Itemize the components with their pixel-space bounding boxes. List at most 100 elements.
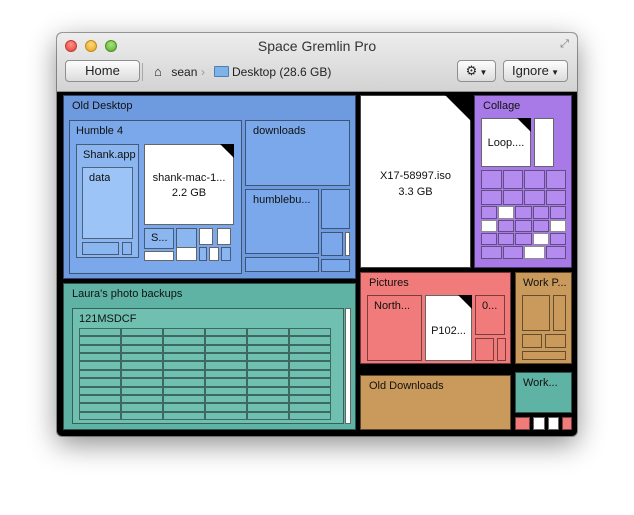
collage-cell[interactable] bbox=[532, 206, 549, 219]
collage-cell[interactable] bbox=[549, 233, 566, 245]
file-p102[interactable]: P102... bbox=[425, 295, 472, 361]
photo-cell[interactable] bbox=[247, 403, 289, 412]
photo-cell[interactable] bbox=[205, 369, 247, 379]
photo-cell[interactable] bbox=[79, 386, 121, 395]
photo-cell[interactable] bbox=[247, 361, 289, 370]
tile-small[interactable] bbox=[245, 257, 319, 272]
photo-cell[interactable] bbox=[205, 353, 247, 362]
tile-collage[interactable]: Collage Loop.... bbox=[474, 95, 572, 268]
tile-small[interactable] bbox=[562, 417, 572, 430]
file-small[interactable] bbox=[345, 308, 351, 424]
photo-cell[interactable] bbox=[121, 353, 163, 362]
file-small[interactable] bbox=[533, 417, 545, 430]
photo-cell[interactable] bbox=[79, 378, 121, 387]
photo-cell[interactable] bbox=[289, 336, 331, 345]
photo-cell[interactable] bbox=[163, 411, 205, 420]
photo-cell[interactable] bbox=[247, 336, 289, 345]
photo-cell[interactable] bbox=[79, 403, 121, 412]
tile-s[interactable]: S... bbox=[144, 228, 174, 249]
collage-cell[interactable] bbox=[545, 246, 566, 259]
photo-cell[interactable] bbox=[205, 386, 247, 395]
tile-north[interactable]: North... bbox=[367, 295, 422, 361]
fullscreen-icon[interactable]: ⤢ bbox=[558, 38, 571, 51]
photo-cell[interactable] bbox=[289, 378, 331, 387]
photo-cell[interactable] bbox=[121, 394, 163, 404]
photo-cell[interactable] bbox=[289, 369, 331, 379]
file-small[interactable] bbox=[144, 251, 174, 261]
photo-cell[interactable] bbox=[247, 386, 289, 395]
tile-small[interactable] bbox=[221, 247, 231, 261]
tile-old-desktop[interactable]: Old Desktop Humble 4 Shank.app data shan… bbox=[63, 95, 356, 279]
photo-cell[interactable] bbox=[163, 353, 205, 362]
photo-cell[interactable] bbox=[163, 403, 205, 412]
collage-cell[interactable] bbox=[549, 206, 566, 219]
collage-cell[interactable] bbox=[481, 170, 502, 189]
tile-downloads[interactable]: downloads bbox=[245, 120, 350, 186]
tile-small[interactable] bbox=[122, 242, 132, 255]
tile-small[interactable] bbox=[515, 417, 530, 430]
photo-cell[interactable] bbox=[121, 378, 163, 387]
photo-cell[interactable] bbox=[247, 411, 289, 420]
collage-cell[interactable] bbox=[524, 170, 545, 189]
photo-cell[interactable] bbox=[247, 344, 289, 354]
tile-data[interactable]: data bbox=[82, 167, 133, 239]
photo-cell[interactable] bbox=[205, 336, 247, 345]
file-small[interactable] bbox=[217, 228, 231, 245]
tile-small[interactable] bbox=[522, 351, 566, 360]
photo-cell[interactable] bbox=[121, 361, 163, 370]
photo-cell[interactable] bbox=[289, 411, 331, 420]
photo-cell[interactable] bbox=[121, 386, 163, 395]
collage-cell[interactable] bbox=[502, 246, 523, 259]
tile-shank-app[interactable]: Shank.app data bbox=[76, 144, 139, 258]
collage-cell[interactable] bbox=[481, 220, 498, 232]
photo-cell[interactable] bbox=[163, 386, 205, 395]
photo-cell[interactable] bbox=[289, 353, 331, 362]
photo-cell[interactable] bbox=[247, 369, 289, 379]
tile-121msdcf[interactable]: 121MSDCF bbox=[72, 308, 344, 424]
collage-cell[interactable] bbox=[498, 233, 515, 245]
collage-cell[interactable] bbox=[481, 190, 502, 205]
photo-cell[interactable] bbox=[247, 378, 289, 387]
collage-cell[interactable] bbox=[545, 170, 566, 189]
photo-cell[interactable] bbox=[79, 369, 121, 379]
photo-cell[interactable] bbox=[121, 403, 163, 412]
photo-cell[interactable] bbox=[121, 369, 163, 379]
photo-cell[interactable] bbox=[121, 344, 163, 354]
photo-cell[interactable] bbox=[121, 411, 163, 420]
collage-cell[interactable] bbox=[545, 190, 566, 205]
tile-small[interactable] bbox=[497, 338, 506, 361]
photo-cell[interactable] bbox=[289, 403, 331, 412]
tile-zero[interactable]: 0... bbox=[475, 295, 505, 335]
tile-humble4[interactable]: Humble 4 Shank.app data shank-mac-1... 2… bbox=[69, 120, 242, 274]
photo-cell[interactable] bbox=[163, 378, 205, 387]
collage-cell[interactable] bbox=[498, 220, 515, 232]
tile-humblebundle[interactable]: humblebu... bbox=[245, 189, 319, 254]
photo-cell[interactable] bbox=[163, 344, 205, 354]
collage-cell[interactable] bbox=[502, 190, 523, 205]
tile-small[interactable] bbox=[199, 247, 207, 261]
photo-cell[interactable] bbox=[79, 336, 121, 345]
collage-cell[interactable] bbox=[481, 233, 498, 245]
file-small[interactable] bbox=[345, 232, 350, 256]
tile-small[interactable] bbox=[522, 334, 542, 348]
photo-cell[interactable] bbox=[247, 328, 289, 337]
tile-small[interactable] bbox=[545, 334, 566, 348]
collage-cell[interactable] bbox=[549, 220, 566, 232]
photo-cell[interactable] bbox=[163, 369, 205, 379]
photo-cell[interactable] bbox=[205, 344, 247, 354]
tile-small[interactable] bbox=[321, 232, 343, 256]
file-shank-mac[interactable]: shank-mac-1... 2.2 GB bbox=[144, 144, 234, 225]
photo-cell[interactable] bbox=[289, 394, 331, 404]
tile-small[interactable] bbox=[475, 338, 494, 361]
photo-cell[interactable] bbox=[79, 394, 121, 404]
file-small[interactable] bbox=[176, 247, 197, 261]
photo-cell[interactable] bbox=[163, 328, 205, 337]
photo-cell[interactable] bbox=[247, 353, 289, 362]
file-small[interactable] bbox=[199, 228, 213, 245]
breadcrumb-desktop[interactable]: Desktop (28.6 GB) bbox=[214, 64, 331, 80]
file-iso[interactable]: X17-58997.iso 3.3 GB bbox=[360, 95, 471, 268]
photo-cell[interactable] bbox=[205, 378, 247, 387]
collage-cell[interactable] bbox=[524, 246, 545, 259]
gear-menu-button[interactable]: ⚙ ▼ bbox=[457, 60, 496, 82]
photo-cell[interactable] bbox=[79, 344, 121, 354]
